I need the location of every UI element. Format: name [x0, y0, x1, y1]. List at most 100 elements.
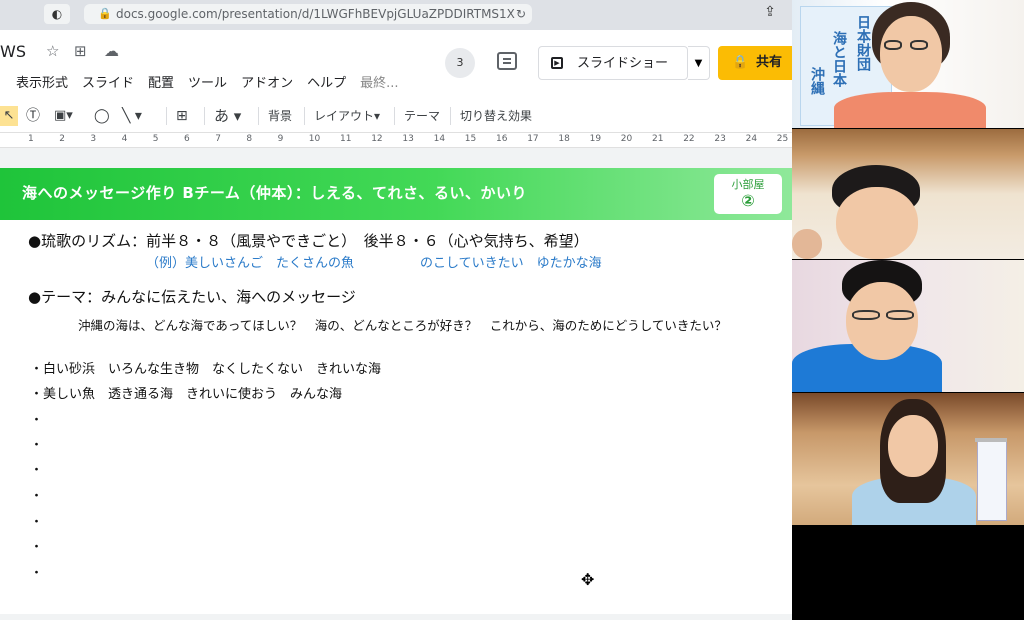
- shirt: [834, 92, 986, 128]
- add-comment-icon[interactable]: ⊞: [176, 106, 188, 126]
- glasses: [884, 40, 902, 50]
- ruler-tick-label: 19: [589, 134, 602, 144]
- browser-window: ◐ 🔒 docs.google.com/presentation/d/1LWGF…: [0, 0, 792, 620]
- video-tile-staff[interactable]: [792, 393, 1024, 525]
- cloud-status-icon[interactable]: ☁: [104, 42, 119, 60]
- browser-share-icon[interactable]: ⇪: [760, 4, 780, 24]
- ruler-tick-label: 24: [745, 134, 758, 144]
- slideshow-label: スライドショー: [577, 56, 669, 71]
- room-label: 小部屋: [731, 178, 765, 191]
- banner-title[interactable]: 海へのメッセージ作り Bチーム（仲本）：しえる、てれさ、るい、かいり: [22, 182, 527, 203]
- ruler-tick-label: 7: [215, 134, 221, 144]
- ruler-tick-label: 4: [121, 134, 128, 144]
- rhythm-example-1[interactable]: （例）美しいさんご たくさんの魚: [146, 252, 354, 271]
- menu-arrange[interactable]: 配置: [148, 72, 174, 91]
- transition-button[interactable]: 切り替え効果: [460, 106, 532, 126]
- lock-icon: 🔒: [98, 7, 112, 20]
- toolbar-divider: [166, 107, 167, 125]
- share-lock-icon: 🔒: [732, 55, 749, 70]
- bullet-line[interactable]: ・: [30, 409, 43, 428]
- theme-button[interactable]: テーマ: [404, 106, 440, 126]
- share-button[interactable]: 🔒 共有: [718, 46, 792, 80]
- bullet-line[interactable]: ・白い砂浜 いろんな生き物 なくしたくない きれいな海: [30, 358, 381, 377]
- hand: [792, 229, 822, 259]
- toolbar-divider: [304, 107, 305, 125]
- bullet-line[interactable]: ・美しい魚 透き通る海 きれいに使おう みんな海: [30, 383, 342, 402]
- menu-edge: [0, 72, 2, 91]
- move-cursor-icon: ✥: [581, 570, 595, 589]
- ruler-tick-label: 10: [308, 134, 321, 144]
- menu-tools[interactable]: ツール: [188, 72, 227, 91]
- room-number: ②: [741, 191, 755, 210]
- slideshow-button[interactable]: ▶ スライドショー: [538, 46, 688, 80]
- ruler-tick-label: 1: [28, 134, 34, 144]
- menu-format[interactable]: 表示形式: [16, 72, 68, 91]
- ruler-tick-label: 15: [464, 134, 477, 144]
- privacy-shield-icon[interactable]: ◐: [44, 4, 70, 24]
- bullet-line[interactable]: ・: [30, 562, 43, 581]
- comment-history-icon[interactable]: [497, 52, 517, 70]
- viewer-count-badge[interactable]: 3: [445, 48, 475, 78]
- select-cursor-icon[interactable]: ↖: [0, 106, 18, 126]
- move-folder-icon[interactable]: ⊞: [74, 42, 87, 60]
- share-label: 共有: [756, 55, 783, 70]
- ruler-tick-label: 25: [776, 134, 789, 144]
- face: [846, 282, 918, 360]
- face: [836, 187, 918, 259]
- vertical-scrollbar[interactable]: [778, 148, 792, 620]
- star-icon[interactable]: ☆: [46, 42, 59, 60]
- editing-toolbar: ↖ Ⓣ ▣▾ ◯ ╲ ▾ ⊞ あ ▾ 背景 レイアウト▾ テーマ 切り替え効果: [0, 100, 792, 133]
- ruler-tick-label: 18: [558, 134, 570, 144]
- line-icon[interactable]: ╲ ▾: [122, 106, 142, 126]
- ruler-tick-label: 21: [652, 134, 664, 144]
- bullet-line[interactable]: ・: [30, 485, 43, 504]
- rhythm-heading[interactable]: ●琉歌のリズム：前半８・８（風景やできごと） 後半８・６（心や気持ち、希望）: [28, 230, 589, 251]
- menu-help[interactable]: ヘルプ: [307, 72, 346, 91]
- address-bar[interactable]: 🔒 docs.google.com/presentation/d/1LWGFhB…: [84, 4, 532, 24]
- slide[interactable]: 海へのメッセージ作り Bチーム（仲本）：しえる、てれさ、るい、かいり 小部屋 ②…: [0, 168, 792, 614]
- url-text: docs.google.com/presentation/d/1LWGFhBEV…: [116, 7, 515, 21]
- video-call-panel: 日本財団 海と日本 沖縄: [792, 0, 1024, 620]
- layout-label: レイアウト: [314, 109, 375, 123]
- toolbar-divider: [204, 107, 205, 125]
- rhythm-example-2[interactable]: のこしていきたい ゆたかな海: [420, 252, 602, 271]
- textbox-icon[interactable]: Ⓣ: [26, 106, 40, 126]
- bullet-line[interactable]: ・: [30, 536, 43, 555]
- layout-button[interactable]: レイアウト▾: [314, 106, 380, 126]
- video-tile-student-1[interactable]: [792, 129, 1024, 259]
- slide-banner: 海へのメッセージ作り Bチーム（仲本）：しえる、てれさ、るい、かいり 小部屋 ②: [0, 168, 792, 220]
- input-tools-button[interactable]: あ ▾: [214, 106, 241, 126]
- ruler-tick-label: 9: [277, 134, 284, 144]
- horizontal-ruler: 1 2 3 4 5 6 7 8 9 10 11 12 13 14 15 16 17 18 19 20 21 22 23 24 2…: [0, 133, 792, 148]
- glasses: [886, 310, 914, 320]
- browser-url-row: ◐ 🔒 docs.google.com/presentation/d/1LWGF…: [0, 0, 792, 30]
- theme-heading[interactable]: ●テーマ：みんなに伝えたい、海へのメッセージ: [28, 286, 356, 307]
- bullet-line[interactable]: ・: [30, 511, 43, 530]
- empty-video-area: [792, 525, 1024, 620]
- image-icon[interactable]: ▣▾: [54, 106, 73, 126]
- video-tile-host[interactable]: 日本財団 海と日本 沖縄: [792, 0, 1024, 128]
- room-box[interactable]: 小部屋 ②: [714, 174, 782, 214]
- menu-addons[interactable]: アドオン: [241, 72, 293, 91]
- background-button[interactable]: 背景: [268, 106, 292, 126]
- menu-slide[interactable]: スライド: [82, 72, 134, 91]
- document-title[interactable]: WS: [0, 42, 26, 61]
- play-icon: ▶: [551, 57, 563, 69]
- reload-icon[interactable]: ↻: [516, 4, 526, 24]
- theme-questions[interactable]: 沖縄の海は、どんな海であってほしい？ 海の、どんなところが好き？ これから、海の…: [78, 315, 727, 334]
- face: [880, 16, 942, 92]
- ruler-tick-label: 3: [90, 134, 97, 144]
- ruler-tick-label: 22: [683, 134, 695, 144]
- bullet-line[interactable]: ・: [30, 459, 43, 478]
- bullet-line[interactable]: ・: [30, 434, 43, 453]
- menu-last-edit[interactable]: 最終...: [360, 72, 398, 91]
- slideshow-dropdown-icon[interactable]: ▼: [688, 46, 710, 80]
- shape-icon[interactable]: ◯: [94, 106, 110, 126]
- ruler-tick-label: 11: [340, 134, 352, 144]
- ruler-tick-label: 16: [496, 134, 508, 144]
- video-tile-student-2[interactable]: [792, 260, 1024, 392]
- slide-canvas: 海へのメッセージ作り Bチーム（仲本）：しえる、てれさ、るい、かいり 小部屋 ②…: [0, 148, 792, 620]
- ruler-tick-label: 23: [714, 134, 726, 144]
- ruler-tick-label: 13: [402, 134, 414, 144]
- toolbar-divider: [450, 107, 451, 125]
